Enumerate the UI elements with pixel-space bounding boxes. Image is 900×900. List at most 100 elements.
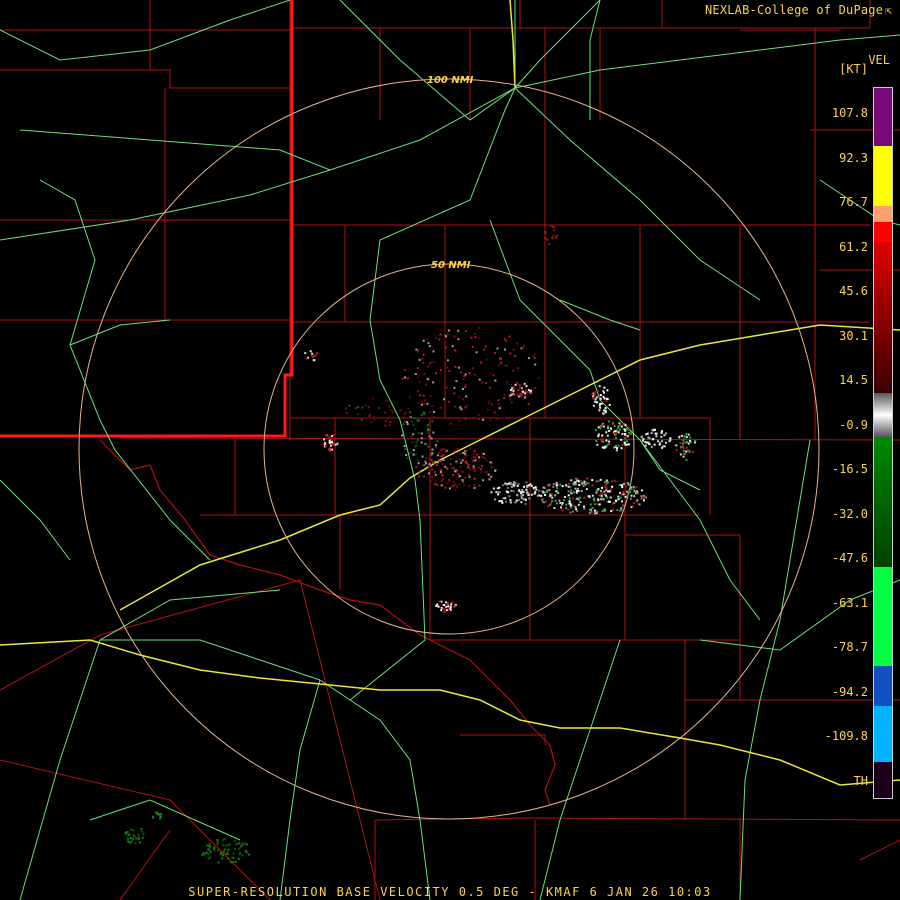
echo-pixel [458, 420, 461, 422]
echo-pixel [556, 487, 559, 489]
echo-pixel [509, 352, 512, 355]
echo-pixel [605, 400, 608, 403]
echo-pixel [515, 499, 518, 502]
echo-pixel [428, 472, 430, 475]
echo-pixel [427, 365, 430, 368]
echo-pixel [425, 462, 427, 465]
echo-pixel [464, 383, 467, 386]
echo-pixel [431, 405, 434, 408]
echo-pixel [595, 440, 598, 442]
echo-pixel [345, 411, 348, 414]
echo-pixel [512, 348, 515, 351]
echo-pixel [601, 446, 604, 449]
echo-pixel [437, 605, 440, 608]
echo-pixel [494, 469, 497, 472]
echo-pixel [329, 441, 331, 444]
echo-pixel [436, 440, 439, 443]
echo-pixel [414, 373, 417, 375]
echo-pixel [544, 494, 547, 496]
echo-pixel [457, 473, 460, 475]
echo-pixel [526, 492, 529, 495]
echo-pixel [469, 468, 472, 471]
echo-pixel [478, 414, 481, 417]
echo-pixel [630, 486, 633, 489]
echo-pixel [422, 361, 425, 364]
echo-pixel [458, 458, 461, 461]
legend-label: 76.7 [839, 195, 868, 209]
echo-pixel [552, 485, 555, 488]
echo-pixel [490, 475, 493, 478]
echo-pixel [602, 424, 605, 427]
legend-label: -63.1 [831, 595, 868, 610]
echo-pixel [534, 386, 537, 389]
echo-pixel [373, 416, 376, 419]
echo-pixel [407, 407, 410, 410]
echo-pixel [574, 481, 577, 484]
echo-pixel [597, 480, 600, 483]
echo-pixel [591, 494, 594, 497]
echo-pixel [454, 483, 457, 486]
echo-pixel [516, 393, 519, 396]
echo-pixel [604, 409, 607, 412]
echo-pixel [331, 441, 333, 444]
echo-pixel [603, 508, 606, 511]
echo-pixel [430, 479, 433, 482]
echo-pixel [472, 460, 475, 462]
credit-link[interactable]: NEXLAB-College of DuPage ⇱ [705, 3, 892, 17]
echo-pixel [472, 465, 475, 468]
echo-pixel [205, 851, 208, 854]
echo-pixel [416, 367, 419, 370]
echo-pixel [492, 487, 495, 490]
echo-pixel [412, 424, 415, 427]
echo-pixel [636, 492, 639, 495]
echo-pixel [431, 468, 434, 471]
echo-pixel [456, 448, 459, 451]
echo-pixel [638, 503, 641, 506]
echo-pixel [439, 455, 442, 458]
echo-pixel [509, 398, 512, 401]
echo-pixel [414, 428, 417, 431]
color-scale-segment [874, 666, 892, 707]
echo-pixel [617, 444, 620, 447]
echo-pixel [544, 237, 547, 240]
county-boundaries [0, 0, 900, 900]
echo-pixel [450, 603, 453, 606]
echo-pixel [441, 474, 444, 477]
product-caption: SUPER-RESOLUTION BASE VELOCITY 0.5 DEG -… [188, 885, 712, 899]
echo-pixel [603, 386, 606, 389]
echo-pixel [534, 486, 537, 489]
echo-pixel [510, 401, 513, 404]
legend-label: -16.5 [831, 462, 868, 476]
echo-pixel [503, 394, 506, 396]
echo-pixel [357, 413, 359, 415]
echo-pixel [605, 439, 608, 442]
echo-pixel [445, 386, 448, 389]
echo-pixel [615, 432, 618, 434]
echo-pixel [568, 500, 571, 503]
echo-pixel [544, 500, 547, 503]
echo-pixel [481, 381, 484, 384]
echo-pixel [478, 378, 481, 381]
echo-pixel [478, 484, 481, 487]
echo-pixel [602, 412, 605, 415]
color-scale-segment [874, 88, 892, 146]
echo-pixel [219, 853, 222, 856]
echo-pixel [620, 425, 623, 428]
echo-pixel [316, 352, 318, 355]
echo-pixel [586, 477, 588, 480]
echo-pixel [567, 508, 570, 511]
echo-pixel [524, 502, 527, 505]
echo-pixel [552, 483, 555, 486]
echo-pixel [579, 479, 582, 482]
legend-label: -78.7 [831, 640, 868, 654]
echo-pixel [633, 487, 636, 490]
echo-pixel [447, 602, 449, 605]
echo-pixel [467, 463, 470, 466]
echo-pixel [551, 499, 554, 502]
echo-pixel [521, 347, 524, 350]
echo-pixel [457, 338, 460, 341]
echo-pixel [534, 363, 537, 366]
echo-pixel [568, 502, 571, 505]
echo-pixel [633, 495, 636, 498]
echo-pixel [157, 813, 160, 816]
